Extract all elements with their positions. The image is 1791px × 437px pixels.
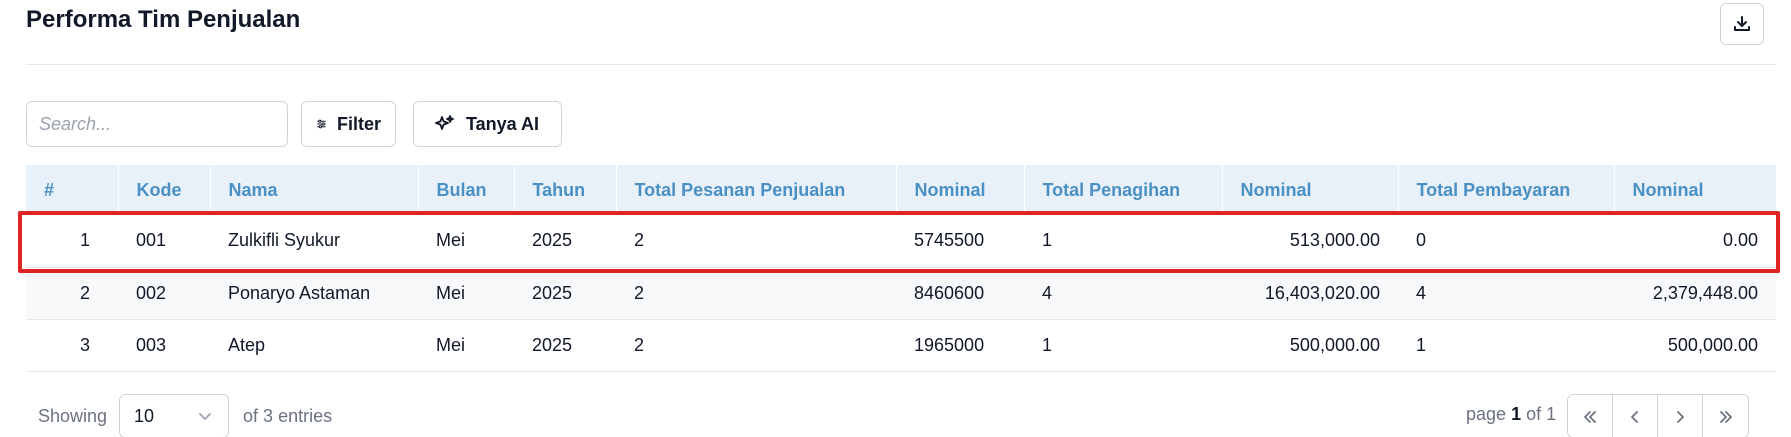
cell-total-penagihan: 1 (1042, 230, 1053, 251)
page-size-control: Showing 10 of 3 entries (38, 394, 332, 437)
column-header-total-pembayaran[interactable]: Total Pembayaran (1398, 165, 1615, 215)
chevron-down-icon (199, 413, 211, 420)
pagination (1567, 394, 1749, 437)
table-header-row: # Kode Nama Bulan Tahun Total Pesanan Pe… (26, 165, 1777, 215)
chevrons-right-icon (1719, 411, 1732, 423)
column-header-nominal-penagihan[interactable]: Nominal (1222, 165, 1399, 215)
cell-index: 3 (79, 334, 90, 355)
page-prefix: page (1466, 404, 1507, 424)
cell-index: 1 (79, 230, 90, 251)
page-size-value: 10 (134, 405, 155, 426)
sales-performance-table: # Kode Nama Bulan Tahun Total Pesanan Pe… (26, 165, 1777, 372)
cell-total-pembayaran: 1 (1416, 334, 1427, 355)
previous-page-button[interactable] (1613, 395, 1658, 437)
next-page-button[interactable] (1658, 395, 1703, 437)
cell-tahun: 2025 (532, 334, 573, 355)
column-header-tahun[interactable]: Tahun (514, 165, 617, 215)
cell-total-penagihan: 4 (1042, 282, 1053, 303)
column-header-index[interactable]: # (26, 165, 119, 215)
column-header-nama[interactable]: Nama (210, 165, 419, 215)
column-header-bulan[interactable]: Bulan (418, 165, 515, 215)
column-header-total-penagihan[interactable]: Total Penagihan (1024, 165, 1223, 215)
first-page-button[interactable] (1568, 395, 1613, 437)
column-header-nominal-pembayaran[interactable]: Nominal (1614, 165, 1777, 215)
chevron-right-icon (1677, 411, 1684, 423)
showing-label: Showing (38, 405, 108, 426)
cell-kode: 002 (136, 282, 167, 303)
column-header-total-pesanan[interactable]: Total Pesanan Penjualan (616, 165, 897, 215)
header-divider (26, 64, 1776, 65)
filter-button[interactable]: Filter (301, 101, 396, 147)
cell-total-pesanan: 2 (634, 334, 645, 355)
chevron-left-icon (1631, 411, 1638, 423)
table-row[interactable]: 1 001 Zulkifli Syukur Mei 2025 2 5745500… (26, 215, 1776, 267)
last-page-button[interactable] (1703, 395, 1748, 437)
table-row[interactable]: 3 003 Atep Mei 2025 2 1965000 1 500,000.… (26, 319, 1776, 371)
cell-total-pembayaran: 0 (1416, 230, 1427, 251)
table-row[interactable]: 2 002 Ponaryo Astaman Mei 2025 2 8460600… (26, 267, 1776, 319)
cell-kode: 003 (136, 334, 167, 355)
ask-ai-button[interactable]: Tanya AI (413, 101, 562, 147)
cell-nominal-pembayaran: 0.00 (1722, 230, 1758, 251)
cell-nama: Zulkifli Syukur (228, 230, 341, 251)
search-input[interactable] (26, 101, 288, 147)
page-suffix: of 1 (1526, 404, 1557, 424)
cell-kode: 001 (136, 230, 167, 251)
cell-nominal-pembayaran: 500,000.00 (1667, 334, 1758, 355)
sliders-icon (317, 119, 326, 129)
cell-nominal-pesanan: 5745500 (914, 230, 985, 251)
cell-total-pembayaran: 4 (1416, 282, 1427, 303)
ask-ai-button-label: Tanya AI (466, 113, 540, 134)
cell-bulan: Mei (436, 230, 466, 251)
chevrons-left-icon (1584, 411, 1596, 423)
cell-total-pesanan: 2 (634, 230, 645, 251)
download-icon (1734, 16, 1750, 31)
cell-index: 2 (79, 282, 90, 303)
cell-nominal-penagihan: 500,000.00 (1289, 334, 1380, 355)
cell-nominal-pesanan: 8460600 (914, 282, 985, 303)
page-current: 1 (1511, 404, 1522, 424)
cell-tahun: 2025 (532, 230, 573, 251)
cell-nominal-penagihan: 16,403,020.00 (1264, 282, 1380, 303)
cell-nominal-penagihan: 513,000.00 (1289, 230, 1380, 251)
cell-total-pesanan: 2 (634, 282, 645, 303)
cell-nominal-pesanan: 1965000 (914, 334, 985, 355)
sparkle-icon (435, 115, 454, 130)
page-title: Performa Tim Penjualan (26, 6, 301, 33)
entries-text: of 3 entries (243, 405, 333, 426)
filter-button-label: Filter (336, 113, 381, 134)
cell-nama: Atep (228, 334, 266, 355)
column-header-nominal-pesanan[interactable]: Nominal (896, 165, 1025, 215)
column-header-kode[interactable]: Kode (118, 165, 211, 215)
cell-bulan: Mei (436, 282, 466, 303)
cell-nominal-pembayaran: 2,379,448.00 (1652, 282, 1758, 303)
cell-bulan: Mei (436, 334, 466, 355)
cell-total-penagihan: 1 (1042, 334, 1053, 355)
cell-tahun: 2025 (532, 282, 573, 303)
cell-nama: Ponaryo Astaman (228, 282, 371, 303)
page-size-select[interactable]: 10 (119, 394, 230, 437)
download-button[interactable] (1720, 3, 1764, 45)
page-indicator: page 1 of 1 (1466, 404, 1556, 425)
